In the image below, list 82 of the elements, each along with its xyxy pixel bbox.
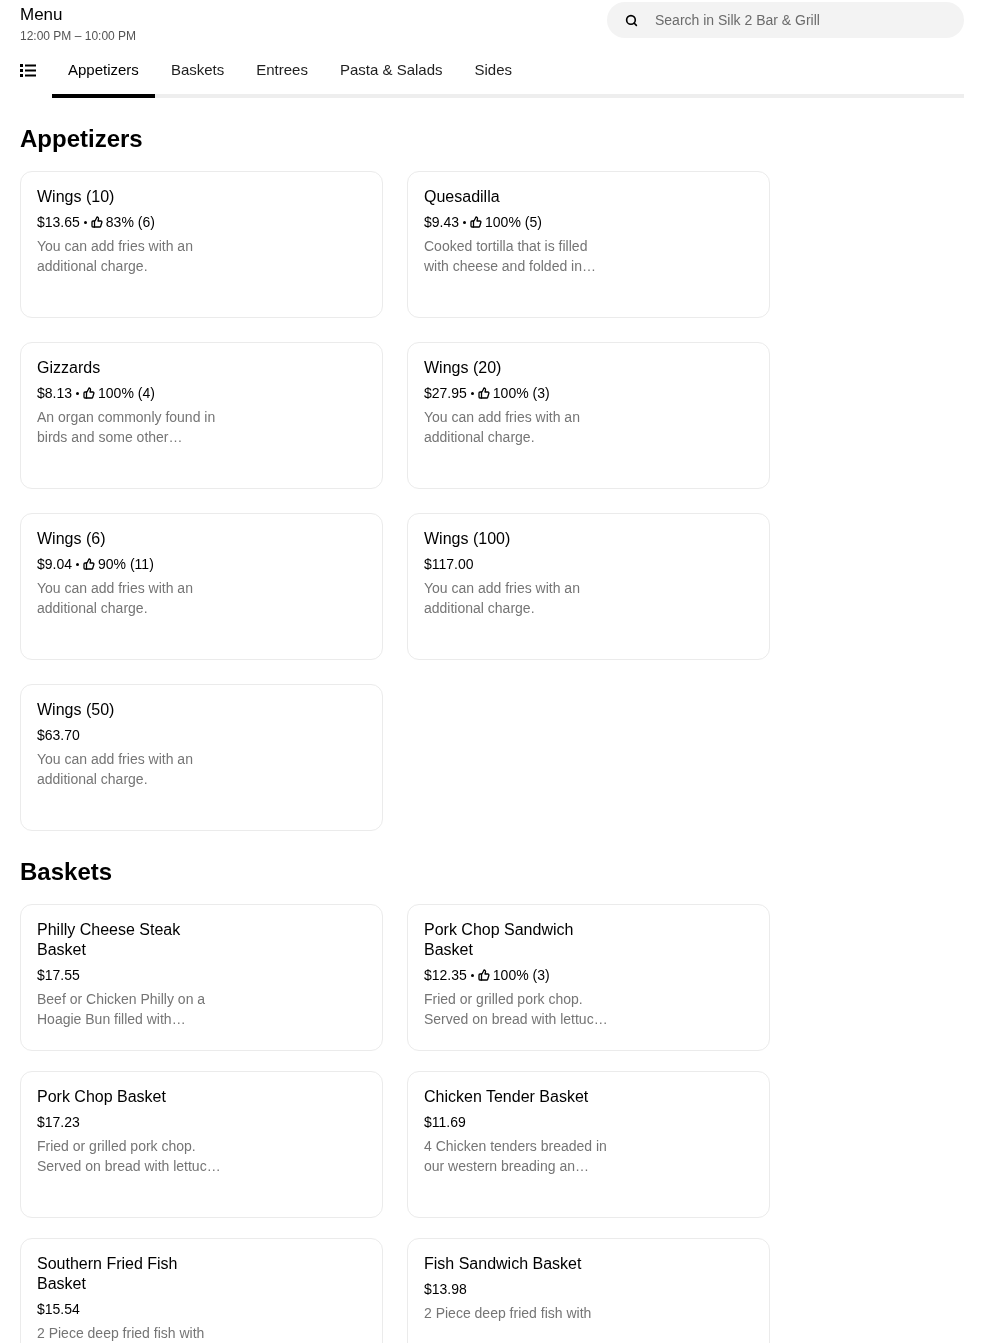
item-description: Fried or grilled pork chop. Served on bread with lettuc… <box>37 1137 221 1176</box>
menu-item-card[interactable]: Wings (100) $117.00 You can add fries with an additional charge. <box>407 513 770 660</box>
item-price: $63.70 <box>37 726 80 745</box>
item-name: Gizzards <box>37 358 102 378</box>
item-description: An organ commonly found in birds and some other… <box>37 408 217 447</box>
item-price: $9.43 <box>424 213 460 232</box>
category-tab[interactable]: Entrees <box>240 60 324 98</box>
thumbs-up-icon <box>90 216 103 228</box>
item-description: You can add fries with an additional charge. <box>37 750 194 789</box>
item-price: $13.65 <box>37 213 80 232</box>
item-name: Fish Sandwich Basket <box>424 1254 583 1274</box>
dot-separator-icon <box>470 973 474 977</box>
menu-item-card[interactable]: Southern Fried Fish Basket $15.54 2 Piece deep fried fish with <box>20 1238 383 1343</box>
thumbs-up-icon <box>83 387 96 399</box>
section-heading: Baskets <box>20 857 114 887</box>
item-price: $12.35 <box>424 966 467 985</box>
item-name: Pork Chop Sandwich Basket <box>424 920 575 960</box>
item-description: Fried or grilled pork chop. Served on bread with lettuc… <box>424 990 608 1029</box>
thumbs-up-icon <box>477 387 490 399</box>
item-description: You can add fries with an additional charge. <box>424 579 581 618</box>
item-description: Cooked tortilla that is filled with cheese and folded in… <box>424 237 597 276</box>
menu-item-card[interactable]: Philly Cheese Steak Basket $17.55 Beef or Chicken Philly on a Hoagie Bun filled with… <box>20 904 383 1051</box>
thumbs-up-icon <box>470 216 483 228</box>
item-description: 4 Chicken tenders breaded in our western breading an… <box>424 1137 608 1176</box>
item-name: Quesadilla <box>424 187 501 207</box>
menu-item-card[interactable]: Pork Chop Sandwich Basket $12.35 100% (3) Fried or grilled pork chop. Served on bread with lettuc… <box>407 904 770 1051</box>
item-name: Wings (50) <box>37 700 116 720</box>
dot-separator-icon <box>83 220 87 224</box>
item-description: You can add fries with an additional charge. <box>37 237 194 276</box>
item-name: Southern Fried Fish Basket <box>37 1254 179 1294</box>
category-tab[interactable]: Baskets <box>154 60 241 98</box>
item-description: 2 Piece deep fried fish with <box>37 1324 206 1343</box>
menu-item-card[interactable]: Wings (20) $27.95 100% (3) You can add fries with an additional charge. <box>407 342 770 489</box>
item-price: $17.23 <box>37 1113 80 1132</box>
menu-item-card[interactable]: Gizzards $8.13 100% (4) An organ commonly found in birds and some other… <box>20 342 383 489</box>
item-description: Beef or Chicken Philly on a Hoagie Bun filled with… <box>37 990 207 1029</box>
item-price: $13.98 <box>424 1280 467 1299</box>
item-rating: 100% (3) <box>492 384 550 403</box>
item-name: Wings (20) <box>424 358 503 378</box>
item-price: $11.69 <box>424 1113 466 1132</box>
menu-title: Menu <box>20 4 64 26</box>
menu-item-card[interactable]: Wings (50) $63.70 You can add fries with an additional charge. <box>20 684 383 831</box>
item-name: Wings (100) <box>424 529 512 549</box>
dot-separator-icon <box>463 220 467 224</box>
category-tab[interactable]: Appetizers <box>52 60 155 98</box>
dot-separator-icon <box>76 391 80 395</box>
item-price: $27.95 <box>424 384 467 403</box>
section-heading: Appetizers <box>20 124 144 154</box>
item-rating: 100% (3) <box>492 966 550 985</box>
dot-separator-icon <box>76 562 80 566</box>
menu-item-card[interactable]: Wings (6) $9.04 90% (11) You can add fries with an additional charge. <box>20 513 383 660</box>
thumbs-up-icon <box>477 969 490 981</box>
search-icon <box>625 14 638 27</box>
menu-item-card[interactable]: Quesadilla $9.43 100% (5) Cooked tortilla that is filled with cheese and folded in… <box>407 171 770 318</box>
item-name: Pork Chop Basket <box>37 1087 167 1107</box>
item-rating: 83% (6) <box>105 213 155 232</box>
item-description: 2 Piece deep fried fish with <box>424 1304 593 1323</box>
list-icon[interactable] <box>20 64 36 77</box>
thumbs-up-icon <box>83 558 96 570</box>
item-price: $117.00 <box>424 555 474 574</box>
item-price: $17.55 <box>37 966 80 985</box>
item-name: Philly Cheese Steak Basket <box>37 920 182 960</box>
item-name: Chicken Tender Basket <box>424 1087 590 1107</box>
menu-hours: 12:00 PM – 10:00 PM <box>20 28 137 44</box>
item-price: $15.54 <box>37 1300 80 1319</box>
item-description: You can add fries with an additional charge. <box>37 579 194 618</box>
item-description: You can add fries with an additional charge. <box>424 408 581 447</box>
item-price: $8.13 <box>37 384 73 403</box>
item-name: Wings (6) <box>37 529 107 549</box>
item-rating: 100% (5) <box>485 213 542 232</box>
category-tab[interactable]: Pasta & Salads <box>323 60 459 98</box>
item-rating: 90% (11) <box>98 555 154 574</box>
menu-item-card[interactable]: Pork Chop Basket $17.23 Fried or grilled pork chop. Served on bread with lettuc… <box>20 1071 383 1218</box>
category-tab[interactable]: Sides <box>458 60 529 98</box>
item-rating: 100% (4) <box>98 384 155 403</box>
item-price: $9.04 <box>37 555 73 574</box>
menu-item-card[interactable]: Chicken Tender Basket $11.69 4 Chicken tenders breaded in our western breading an… <box>407 1071 770 1218</box>
menu-item-card[interactable]: Wings (10) $13.65 83% (6) You can add fries with an additional charge. <box>20 171 383 318</box>
menu-item-card[interactable]: Fish Sandwich Basket $13.98 2 Piece deep fried fish with <box>407 1238 770 1343</box>
dot-separator-icon <box>470 391 474 395</box>
search-field[interactable]: Search in Silk 2 Bar & Grill <box>607 2 964 38</box>
item-name: Wings (10) <box>37 187 116 207</box>
